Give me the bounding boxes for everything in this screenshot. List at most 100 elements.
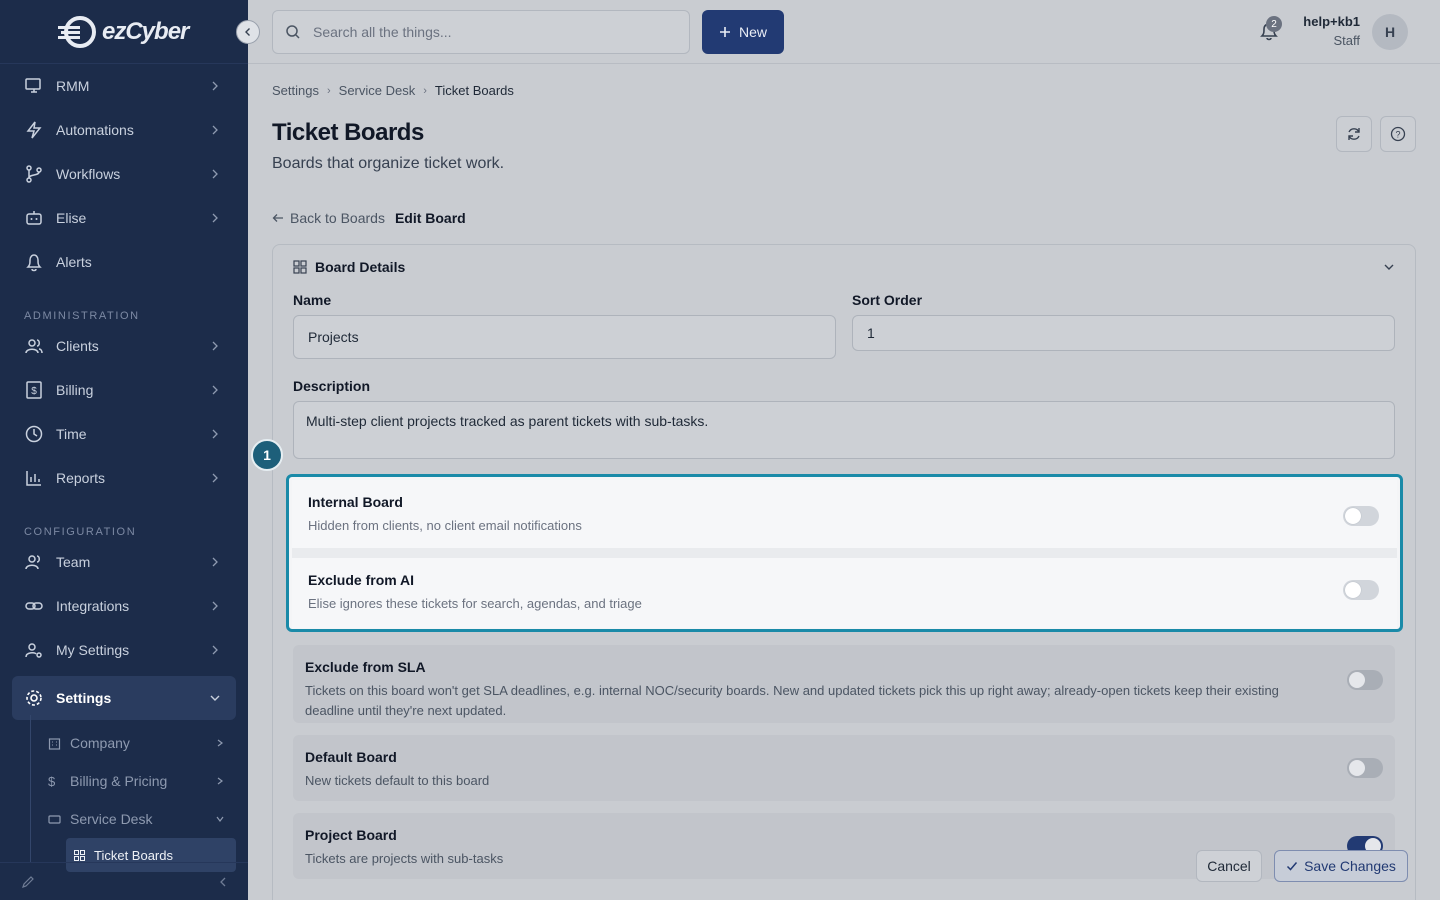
bell-icon [24,252,44,272]
row-divider [292,548,1397,558]
help-icon: ? [1390,126,1406,142]
help-button[interactable]: ? [1380,116,1416,152]
sidebar-item-label: Settings [56,690,112,706]
internal-board-switch[interactable] [1343,506,1379,526]
sidebar-sub-billing-pricing[interactable]: $ Billing & Pricing [0,762,248,800]
sidebar-item-reports[interactable]: Reports [0,456,248,500]
search-box[interactable] [272,10,690,54]
sidebar-item-label: Automations [56,122,134,138]
sidebar-item-label: Alerts [56,254,92,270]
description-label: Description [293,378,371,394]
sidebar-item-label: Team [56,554,91,570]
name-label: Name [293,292,332,308]
search-input[interactable] [313,24,673,40]
search-icon [286,25,300,39]
description-textarea[interactable]: Multi-step client projects tracked as pa… [293,401,1395,459]
grid-icon [74,849,86,861]
breadcrumb-settings[interactable]: Settings [272,83,319,98]
svg-text:?: ? [1395,130,1400,140]
chevron-right-icon [212,169,218,179]
sidebar-item-label: Time [56,426,87,442]
team-icon [24,552,44,572]
sidebar-sub-label: Service Desk [70,811,153,827]
sidebar-sub-label: Company [70,735,130,751]
back-row: Back to Boards Edit Board [272,210,466,226]
sidebar-leaf-label: Ticket Boards [94,847,173,863]
cancel-button[interactable]: Cancel [1196,850,1262,882]
breadcrumb-service-desk[interactable]: Service Desk [339,83,416,98]
toggle-row-internal-board: Internal Board Hidden from clients, no c… [292,480,1397,550]
logo-text: ezCyber [102,17,189,45]
chevron-down-icon [216,816,224,822]
toggle-row-exclude-ai: Exclude from AI Elise ignores these tick… [292,558,1397,628]
sidebar-item-workflows[interactable]: Workflows [0,152,248,196]
bot-icon [24,208,44,228]
sidebar-sub-company[interactable]: Company [0,724,248,762]
topbar: New 2 help+kb1 Staff H [248,0,1440,64]
user-name: help+kb1 [1303,14,1360,29]
switch-knob [1345,582,1361,598]
back-link-label: Back to Boards [290,210,385,226]
page-title: Ticket Boards [272,119,424,146]
sidebar-item-automations[interactable]: Automations [0,108,248,152]
tree-line [30,715,31,863]
collapse-toggle-button[interactable] [236,20,260,44]
sidebar-item-label: Reports [56,470,106,486]
card-header[interactable]: Board Details [293,259,405,275]
save-button-label: Save Changes [1304,858,1396,874]
sidebar-item-billing[interactable]: $ Billing [0,368,248,412]
sidebar-sub-service-desk[interactable]: Service Desk [0,800,248,838]
chevron-down-icon [210,695,220,701]
chevron-right-icon [212,213,218,223]
collapse-sidebar-icon[interactable] [218,877,228,887]
toggle-title: Project Board [305,827,397,843]
sidebar-item-label: Elise [56,210,87,226]
sidebar-item-my-settings[interactable]: My Settings [0,628,248,672]
card-title: Board Details [315,259,406,275]
back-to-boards-link[interactable]: Back to Boards [272,210,385,226]
dollar-icon: $ [24,380,44,400]
toggle-title: Exclude from SLA [305,659,426,675]
logo[interactable]: ezCyber [0,0,248,64]
refresh-button[interactable] [1336,116,1372,152]
chevron-left-icon [245,28,250,36]
sort-order-field[interactable]: 1 [852,315,1395,351]
sidebar-item-clients[interactable]: Clients [0,324,248,368]
new-button-label: New [738,24,767,40]
step-badge: 1 [251,439,283,471]
exclude-ai-switch[interactable] [1343,580,1379,600]
sidebar-item-label: RMM [56,78,90,94]
toggle-description: Tickets on this board won't get SLA dead… [305,683,1279,718]
chevron-down-icon[interactable] [1383,261,1395,273]
save-changes-button[interactable]: Save Changes [1274,850,1408,882]
chart-icon [24,468,44,488]
user-info[interactable]: help+kb1 Staff [1303,14,1360,48]
exclude-sla-switch[interactable] [1347,670,1383,690]
section-configuration: CONFIGURATION [24,526,137,538]
edit-board-label: Edit Board [394,210,466,226]
chevron-right-icon [212,645,218,655]
chevron-right-icon [212,385,218,395]
sidebar-nav: RMM Automations Workflows Elise Alerts [0,64,248,284]
sidebar-item-label: Integrations [56,598,130,614]
sidebar-item-alerts[interactable]: Alerts [0,240,248,284]
chevron-right-icon [212,557,218,567]
config-nav: Team Integrations My Settings [0,540,248,672]
avatar[interactable]: H [1372,14,1408,50]
chevron-right-icon [212,429,218,439]
sidebar-item-label: Billing [56,382,94,398]
sidebar-sub-label: Billing & Pricing [70,773,168,789]
sidebar-item-time[interactable]: Time [0,412,248,456]
toggle-row-default-board: Default Board New tickets default to thi… [293,735,1395,801]
sidebar-item-integrations[interactable]: Integrations [0,584,248,628]
sidebar-item-rmm[interactable]: RMM [0,64,248,108]
default-board-switch[interactable] [1347,758,1383,778]
pencil-icon[interactable] [20,874,36,890]
new-button[interactable]: New [702,10,784,54]
sidebar-item-team[interactable]: Team [0,540,248,584]
link-icon [24,596,44,616]
name-field[interactable]: Projects [293,315,836,359]
sidebar-item-settings[interactable]: Settings [12,676,236,720]
notification-count-badge: 2 [1266,16,1282,32]
sidebar-item-elise[interactable]: Elise [0,196,248,240]
